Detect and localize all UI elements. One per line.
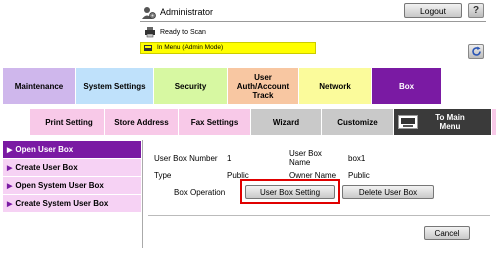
subtab-store-address[interactable]: Store Address xyxy=(105,109,179,135)
tab-system-settings[interactable]: System Settings xyxy=(76,68,154,104)
arrow-icon: ▶ xyxy=(7,146,13,154)
logout-button[interactable]: Logout xyxy=(404,3,462,18)
menu-create-user-box[interactable]: ▶ Create User Box xyxy=(3,159,141,177)
help-button[interactable]: ? xyxy=(468,3,484,18)
main-menu-icon xyxy=(398,115,418,129)
subtab-fax-settings[interactable]: Fax Settings xyxy=(179,109,251,135)
type-label: Type xyxy=(154,171,172,180)
device-status: Ready to Scan xyxy=(160,29,206,36)
subtab-print-setting[interactable]: Print Setting xyxy=(34,109,105,135)
menu-label: Open User Box xyxy=(15,145,74,154)
subtab-customize[interactable]: Customize xyxy=(322,109,394,135)
delete-user-box-button[interactable]: Delete User Box xyxy=(342,185,434,199)
admin-user-icon xyxy=(142,7,156,19)
refresh-button[interactable] xyxy=(468,44,484,59)
box-name-label: User Box Name xyxy=(289,149,322,167)
menu-label: Create User Box xyxy=(15,163,78,172)
arrow-icon: ▶ xyxy=(7,164,13,172)
arrow-icon: ▶ xyxy=(7,182,13,190)
box-number-value: 1 xyxy=(227,154,232,163)
menu-label: Create System User Box xyxy=(15,199,109,208)
menu-open-system-user-box[interactable]: ▶ Open System User Box xyxy=(3,177,141,195)
mode-icon xyxy=(144,45,152,51)
admin-name: Administrator xyxy=(160,7,214,17)
box-name-value: box1 xyxy=(348,154,366,163)
menu-label: Open System User Box xyxy=(15,181,104,190)
to-main-menu-button[interactable]: To Main Menu xyxy=(394,109,492,135)
subtab-wizard[interactable]: Wizard xyxy=(251,109,322,135)
to-main-menu-label: To Main Menu xyxy=(435,113,465,131)
menu-create-system-user-box[interactable]: ▶ Create System User Box xyxy=(3,195,141,213)
printer-status-icon xyxy=(145,27,155,38)
owner-value: Public xyxy=(348,171,370,180)
content-divider xyxy=(148,215,490,216)
tab-box[interactable]: Box xyxy=(372,68,442,104)
arrow-icon: ▶ xyxy=(7,200,13,208)
tab-security[interactable]: Security xyxy=(154,68,228,104)
menu-open-user-box[interactable]: ▶ Open User Box xyxy=(3,141,141,159)
cancel-button[interactable]: Cancel xyxy=(424,226,470,240)
header-divider xyxy=(140,21,486,22)
refresh-icon xyxy=(471,46,481,56)
user-box-setting-button[interactable]: User Box Setting xyxy=(245,185,335,199)
box-number-label: User Box Number xyxy=(154,154,218,163)
tab-maintenance[interactable]: Maintenance xyxy=(3,68,76,104)
mode-text: In Menu (Admin Mode) xyxy=(157,44,224,51)
tab-network[interactable]: Network xyxy=(299,68,372,104)
tab-user-auth[interactable]: User Auth/Account Track xyxy=(228,68,299,104)
box-operation-label: Box Operation xyxy=(174,188,226,197)
